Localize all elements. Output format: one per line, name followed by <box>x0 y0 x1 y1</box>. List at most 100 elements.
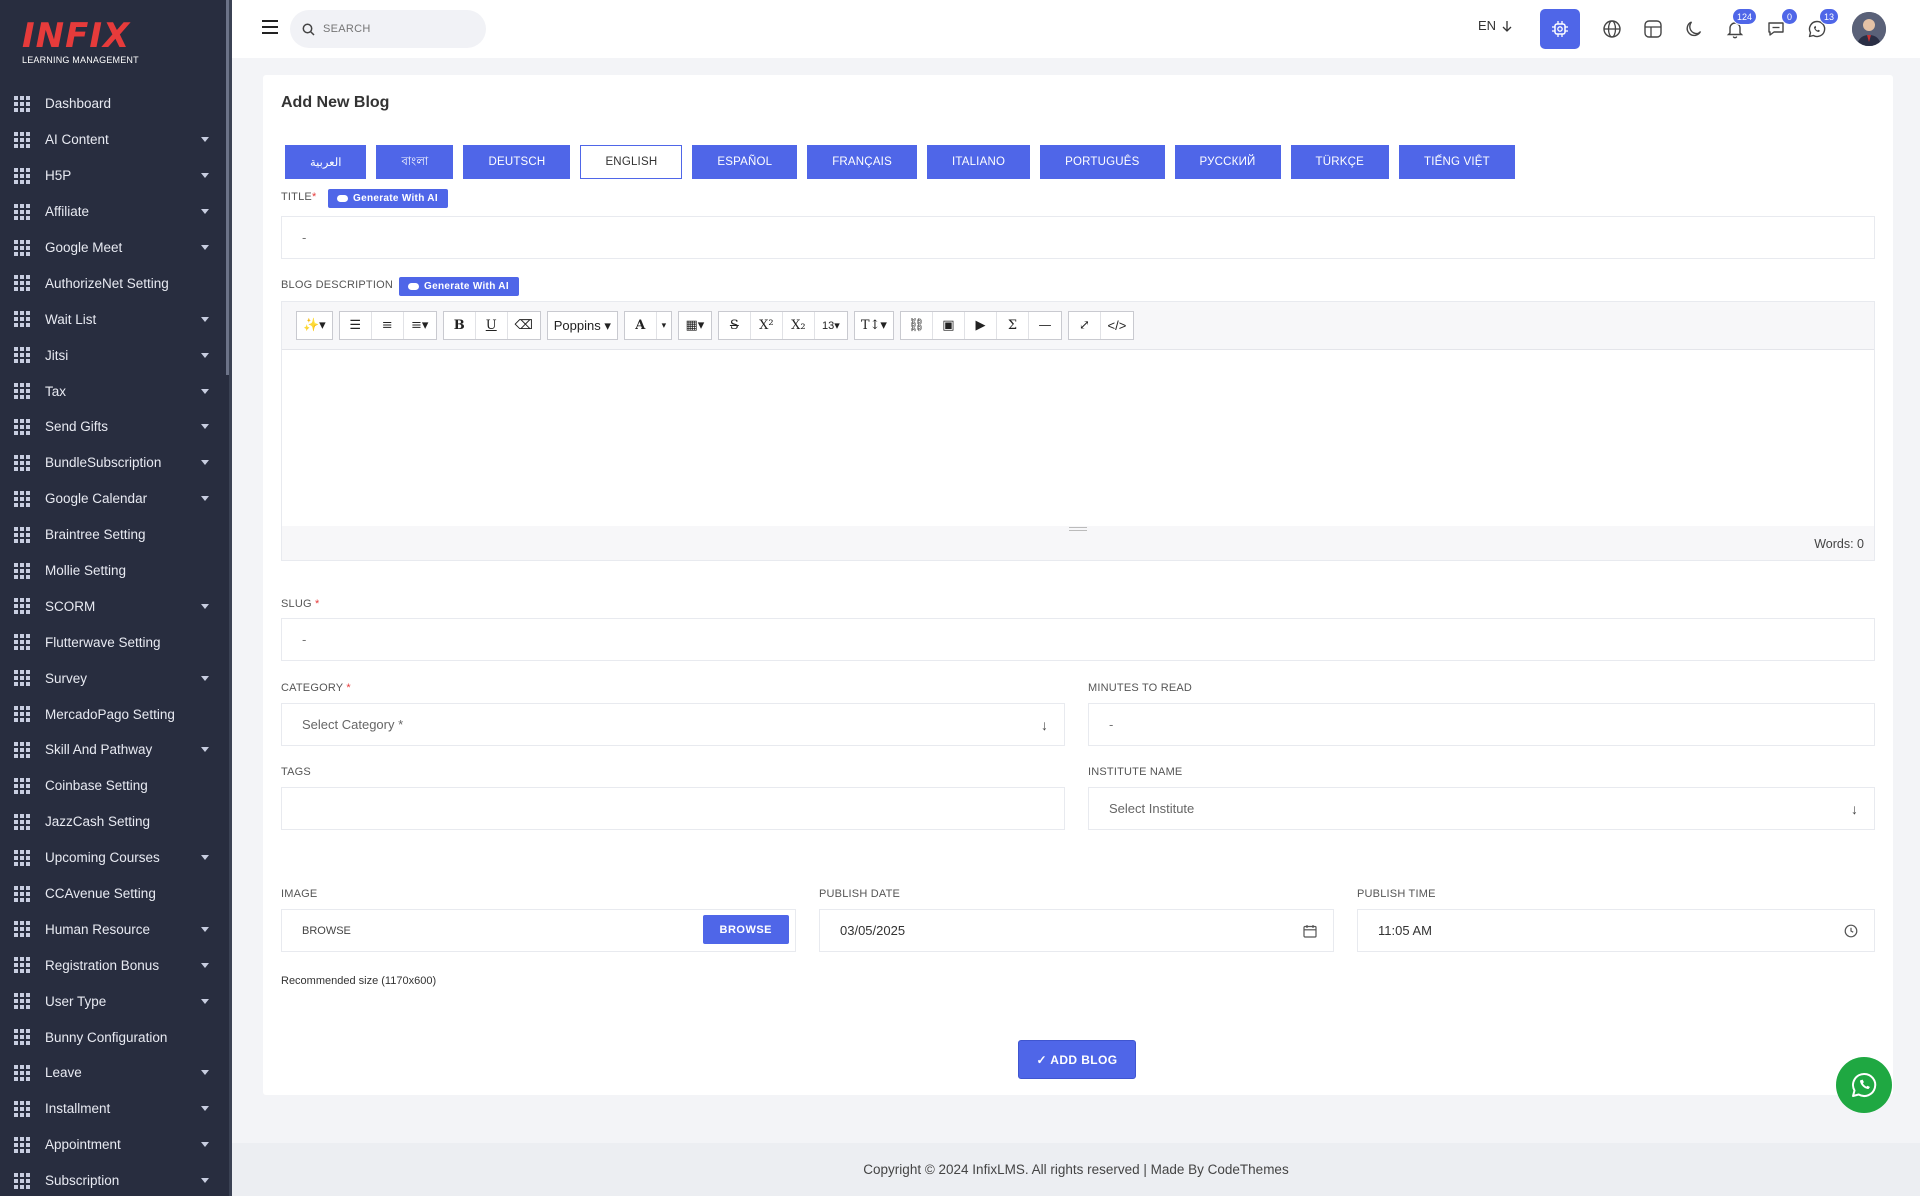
sidebar-item-mollie-setting[interactable]: Mollie Setting <box>0 553 229 589</box>
sidebar-item-ccavenue-setting[interactable]: CCAvenue Setting <box>0 876 229 912</box>
chat-button[interactable]: 13 <box>1797 8 1839 49</box>
slug-field[interactable] <box>281 618 1875 661</box>
clock-icon[interactable] <box>1844 924 1858 938</box>
language-tab[interactable]: বাংলা <box>376 145 454 179</box>
website-button[interactable] <box>1592 9 1632 49</box>
sidebar-item-scorm[interactable]: SCORM <box>0 588 229 624</box>
language-tab[interactable]: ESPAÑOL <box>692 145 798 179</box>
language-tab[interactable]: РУССКИЙ <box>1174 145 1281 179</box>
font-color-button[interactable]: A <box>625 312 657 339</box>
sidebar-item-h5p[interactable]: H5P <box>0 158 229 194</box>
sidebar-item-dashboard[interactable]: Dashboard <box>0 86 229 122</box>
sidebar-item-google-meet[interactable]: Google Meet <box>0 230 229 266</box>
horizontal-rule-button[interactable]: — <box>1029 312 1061 339</box>
messages-button[interactable]: 0 <box>1756 8 1798 49</box>
notifications-button[interactable]: 124 <box>1715 8 1757 49</box>
sidebar-item-registration-bonus[interactable]: Registration Bonus <box>0 947 229 983</box>
sidebar-item-authorizenet-setting[interactable]: AuthorizeNet Setting <box>0 265 229 301</box>
sidebar-item-survey[interactable]: Survey <box>0 660 229 696</box>
math-button[interactable]: Σ <box>997 312 1029 339</box>
sidebar-item-braintree-setting[interactable]: Braintree Setting <box>0 517 229 553</box>
video-button[interactable]: ▶ <box>965 312 997 339</box>
language-select[interactable]: EN <box>1478 18 1512 33</box>
magic-style-button[interactable]: ✨▾ <box>297 312 332 339</box>
language-tab[interactable]: TÜRKÇE <box>1290 145 1389 179</box>
sidebar-item-jazzcash-setting[interactable]: JazzCash Setting <box>0 804 229 840</box>
search-input[interactable] <box>323 23 473 35</box>
sidebar-item-subscription[interactable]: Subscription <box>0 1163 229 1196</box>
dark-mode-toggle[interactable] <box>1674 9 1714 49</box>
underline-button[interactable]: U <box>476 312 508 339</box>
calendar-icon[interactable] <box>1303 924 1317 938</box>
sidebar-item-mercadopago-setting[interactable]: MercadoPago Setting <box>0 696 229 732</box>
browse-button[interactable]: BROWSE <box>702 915 789 944</box>
ai-chip-button[interactable] <box>1540 9 1580 49</box>
bold-button[interactable]: B <box>444 312 476 339</box>
title-field[interactable] <box>281 216 1875 259</box>
tags-input[interactable] <box>302 801 1064 816</box>
whatsapp-chat-button[interactable] <box>1836 1057 1892 1113</box>
sidebar-scrollbar[interactable] <box>226 0 229 375</box>
language-tab[interactable]: DEUTSCH <box>463 145 571 179</box>
sidebar-item-affiliate[interactable]: Affiliate <box>0 194 229 230</box>
sidebar-item-ai-content[interactable]: AI Content <box>0 122 229 158</box>
editor-resize-handle[interactable] <box>282 526 1874 532</box>
sidebar-item-bunny-configuration[interactable]: Bunny Configuration <box>0 1019 229 1055</box>
sidebar-item-user-type[interactable]: User Type <box>0 983 229 1019</box>
superscript-button[interactable]: X² <box>751 312 783 339</box>
link-button[interactable]: ⛓ <box>901 312 933 339</box>
paragraph-align-button[interactable]: ≡▾ <box>404 312 436 339</box>
table-button[interactable]: ▦▾ <box>679 312 711 339</box>
add-blog-button[interactable]: ✓ ADD BLOG <box>1018 1040 1136 1079</box>
sidebar-item-google-calendar[interactable]: Google Calendar <box>0 481 229 517</box>
text-height-button[interactable]: T↕▾ <box>855 312 893 339</box>
sidebar-item-human-resource[interactable]: Human Resource <box>0 911 229 947</box>
user-avatar[interactable] <box>1852 12 1886 46</box>
sidebar-item-upcoming-courses[interactable]: Upcoming Courses <box>0 840 229 876</box>
language-tab[interactable]: ITALIANO <box>926 145 1031 179</box>
strikethrough-button[interactable]: S <box>719 312 751 339</box>
font-color-dropdown[interactable]: ▾ <box>657 312 671 339</box>
sidebar-item-coinbase-setting[interactable]: Coinbase Setting <box>0 768 229 804</box>
sidebar-item-leave[interactable]: Leave <box>0 1055 229 1091</box>
language-tab[interactable]: FRANÇAIS <box>807 145 917 179</box>
language-tab[interactable]: العربية <box>285 145 367 179</box>
title-input[interactable] <box>302 230 1874 245</box>
font-size-select[interactable]: 13 ▾ <box>815 312 847 339</box>
tags-field[interactable] <box>281 787 1065 830</box>
sidebar-item-wait-list[interactable]: Wait List <box>0 301 229 337</box>
unordered-list-button[interactable]: ☰ <box>340 312 372 339</box>
brand-logo[interactable]: INFIX LEARNING MANAGEMENT <box>22 18 142 68</box>
sidebar-item-tax[interactable]: Tax <box>0 373 229 409</box>
sidebar-item-bundlesubscription[interactable]: BundleSubscription <box>0 445 229 481</box>
sidebar-item-send-gifts[interactable]: Send Gifts <box>0 409 229 445</box>
description-generate-ai-button[interactable]: Generate With AI <box>399 277 519 296</box>
language-tab[interactable]: TIẾNG VIỆT <box>1399 145 1515 179</box>
ordered-list-button[interactable]: ≡ <box>372 312 404 339</box>
image-button[interactable]: ▣ <box>933 312 965 339</box>
publish-date-field[interactable]: 03/05/2025 <box>819 909 1334 952</box>
menu-toggle-icon[interactable] <box>262 20 278 34</box>
search-box[interactable] <box>290 10 486 48</box>
layout-button[interactable] <box>1633 9 1673 49</box>
language-tab[interactable]: ENGLISH <box>580 145 683 179</box>
font-family-select[interactable]: Poppins ▾ <box>548 312 617 339</box>
code-view-button[interactable]: </> <box>1101 312 1133 339</box>
publish-time-field[interactable]: 11:05 AM <box>1357 909 1875 952</box>
sidebar-item-flutterwave-setting[interactable]: Flutterwave Setting <box>0 624 229 660</box>
sidebar-item-appointment[interactable]: Appointment <box>0 1127 229 1163</box>
sidebar-item-jitsi[interactable]: Jitsi <box>0 337 229 373</box>
title-generate-ai-button[interactable]: Generate With AI <box>328 189 448 208</box>
sidebar-item-skill-and-pathway[interactable]: Skill And Pathway <box>0 732 229 768</box>
fullscreen-button[interactable]: ⤢ <box>1069 312 1101 339</box>
sidebar-item-installment[interactable]: Installment <box>0 1091 229 1127</box>
language-tab[interactable]: PORTUGUÊS <box>1040 145 1165 179</box>
editor-content-area[interactable] <box>282 350 1874 526</box>
slug-input[interactable] <box>302 632 1874 647</box>
eraser-icon[interactable]: ⌫ <box>508 312 540 339</box>
subscript-button[interactable]: X₂ <box>783 312 815 339</box>
image-field[interactable]: BROWSE BROWSE <box>281 909 796 952</box>
minutes-field[interactable] <box>1088 703 1875 746</box>
category-select[interactable]: Select Category * ↓ <box>281 703 1065 746</box>
institute-select[interactable]: Select Institute ↓ <box>1088 787 1875 830</box>
